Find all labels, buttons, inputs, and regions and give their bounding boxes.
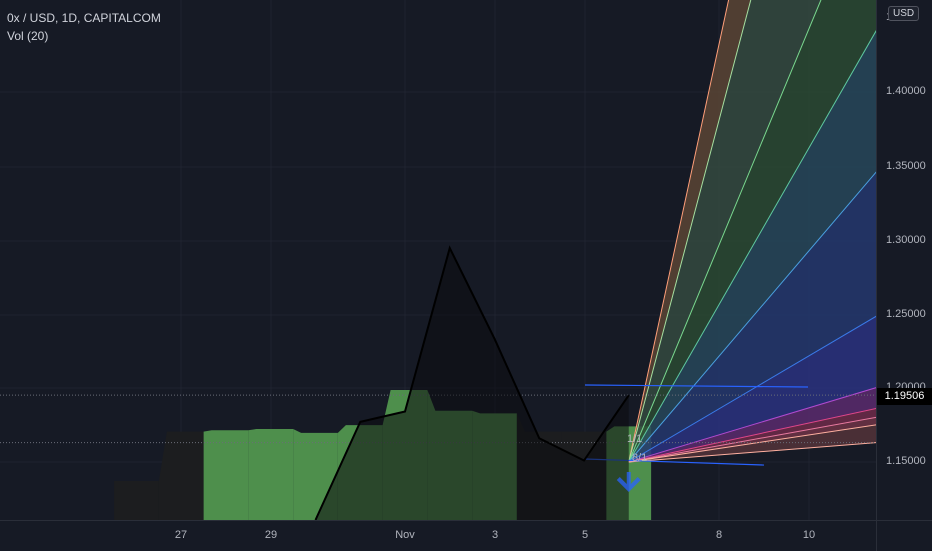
y-tick: 1.30000	[886, 234, 926, 246]
time-axis[interactable]: 27 29 Nov 3 5 8 10	[0, 520, 876, 551]
x-tick: 29	[265, 529, 277, 541]
volume-bar	[159, 432, 204, 520]
currency-button[interactable]: USD	[888, 6, 919, 21]
fan-label-1-1: 1/1	[627, 433, 642, 445]
price-area	[316, 248, 629, 520]
volume-bar	[114, 481, 159, 520]
x-tick: 27	[175, 529, 187, 541]
x-tick: 5	[582, 529, 588, 541]
y-tick: 1.15000	[886, 455, 926, 467]
symbol-title[interactable]: 0x / USD, 1D, CAPITALCOM	[7, 9, 161, 27]
y-tick: 1.35000	[886, 160, 926, 172]
volume-indicator-label[interactable]: Vol (20)	[7, 27, 161, 45]
x-tick: 3	[492, 529, 498, 541]
x-tick: 10	[803, 529, 815, 541]
price-axis[interactable]: 1 1.40000 1.35000 1.30000 1.25000 1.2000…	[876, 0, 932, 520]
chart-plot[interactable]	[0, 0, 876, 520]
x-tick: Nov	[395, 529, 415, 541]
price-series	[315, 248, 628, 520]
last-price-badge: 1.19506	[877, 388, 932, 405]
volume-bar	[204, 430, 249, 520]
fan-label-8-1: 8/1	[632, 452, 647, 464]
x-tick: 8	[716, 529, 722, 541]
y-tick: 1.25000	[886, 308, 926, 320]
axis-corner	[876, 520, 932, 551]
chart-legend: 0x / USD, 1D, CAPITALCOM Vol (20)	[7, 9, 161, 45]
y-tick: 1.40000	[886, 85, 926, 97]
